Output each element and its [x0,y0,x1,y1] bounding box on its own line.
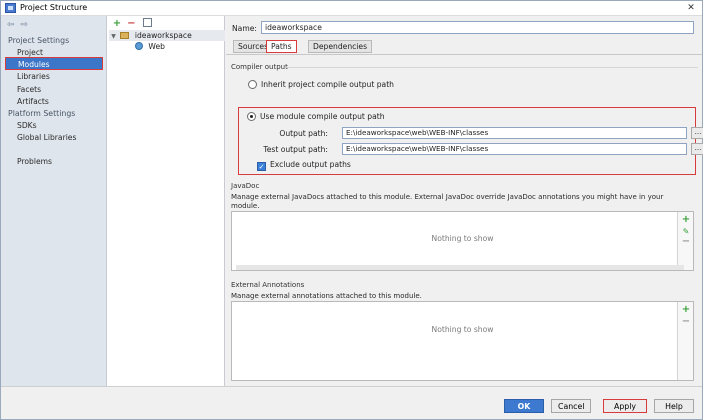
app-icon [5,3,16,13]
tab-dependencies[interactable]: Dependencies [308,40,373,53]
module-output-group: Use module compile output path Output pa… [238,107,703,175]
external-annotations-description: Manage external annotations attached to … [231,292,422,300]
output-path-label: Output path: [279,129,328,138]
sidebar-item-global-libraries[interactable]: Global Libraries [17,133,76,142]
tree-toolbar: + − [111,17,152,29]
checkbox-checked-icon[interactable]: ✓ [257,162,266,171]
nav-arrows: ⇦ ⇨ [7,20,31,30]
inherit-output-option[interactable]: Inherit project compile output path [248,80,394,89]
ok-button[interactable]: OK [504,399,544,413]
sidebar-item-problems[interactable]: Problems [17,157,52,166]
external-annotations-list[interactable]: Nothing to show + − [231,301,694,381]
javadoc-list[interactable]: Nothing to show + ✎ − [231,211,694,271]
tree-node-label: Web [148,42,165,51]
output-path-browse-button[interactable]: ... [691,127,703,139]
test-output-path-browse-button[interactable]: ... [691,143,703,155]
module-tree-panel: + − ▼ ideaworkspace Web [107,16,225,386]
section-divider [286,67,698,68]
add-icon[interactable]: + [111,18,123,30]
folder-icon [120,32,130,39]
external-annotations-title: External Annotations [231,281,305,289]
name-label: Name: [232,24,257,33]
help-button[interactable]: Help [654,399,694,413]
forward-arrow-icon[interactable]: ⇨ [20,20,31,30]
javadoc-tools: + ✎ − [677,212,693,270]
project-structure-window: Project Structure ✕ ⇦ ⇨ Project Settings… [0,0,703,420]
javadoc-description: Manage external JavaDocs attached to thi… [231,193,664,210]
radio-button-selected[interactable] [247,112,256,121]
sidebar-item-modules[interactable]: Modules [5,57,103,70]
remove-icon[interactable]: − [681,237,691,247]
chevron-down-icon[interactable]: ▼ [109,31,118,42]
use-module-output-option[interactable]: Use module compile output path [247,112,385,121]
test-output-path-label: Test output path: [263,145,328,154]
compiler-output-title: Compiler output [231,63,288,71]
tree-node-module[interactable]: ▼ ideaworkspace [109,30,225,41]
inherit-output-label: Inherit project compile output path [261,80,394,89]
module-settings-panel: Name: ideaworkspace Sources Paths Depend… [226,16,703,386]
sidebar-item-project[interactable]: Project [17,48,43,57]
javadoc-title: JavaDoc [231,182,260,190]
remove-icon[interactable]: − [681,317,691,327]
module-name-input[interactable]: ideaworkspace [261,21,694,34]
copy-icon[interactable] [142,18,152,27]
project-settings-header: Project Settings [8,36,70,45]
sidebar-item-artifacts[interactable]: Artifacts [17,97,49,106]
javadoc-empty-text: Nothing to show [431,234,494,243]
annotations-empty-text: Nothing to show [431,325,494,334]
output-path-field[interactable]: E:\ideaworkspace\web\WEB-INF\classes [342,127,687,139]
annotations-tools: + − [677,302,693,380]
platform-settings-header: Platform Settings [8,109,76,118]
window-title: Project Structure [20,3,88,12]
settings-sidebar: ⇦ ⇨ Project Settings Project Modules Lib… [1,16,107,386]
apply-button[interactable]: Apply [603,399,647,413]
add-icon[interactable]: + [681,215,691,225]
web-facet-icon [135,42,143,50]
test-output-path-field[interactable]: E:\ideaworkspace\web\WEB-INF\classes [342,143,687,155]
remove-icon[interactable]: − [125,18,137,30]
exclude-output-paths-option[interactable]: ✓ Exclude output paths [257,160,351,171]
back-arrow-icon[interactable]: ⇦ [7,20,18,30]
tab-paths[interactable]: Paths [266,40,297,53]
sidebar-item-libraries[interactable]: Libraries [17,72,50,81]
dialog-button-bar: OK Cancel Apply Help [1,386,702,419]
sidebar-item-facets[interactable]: Facets [17,85,41,94]
exclude-output-paths-label: Exclude output paths [270,160,351,169]
radio-button[interactable] [248,80,257,89]
title-bar: Project Structure ✕ [1,1,702,16]
cancel-button[interactable]: Cancel [551,399,591,413]
use-module-output-label: Use module compile output path [260,112,385,121]
sidebar-item-sdks[interactable]: SDKs [17,121,37,130]
tree-node-label: ideaworkspace [134,31,192,40]
tree-node-web-facet[interactable]: Web [135,41,165,52]
close-button[interactable]: ✕ [685,3,697,14]
add-icon[interactable]: + [681,305,691,315]
paths-tab-content: Compiler output Inherit project compile … [226,54,703,386]
horizontal-scrollbar[interactable] [236,265,684,270]
